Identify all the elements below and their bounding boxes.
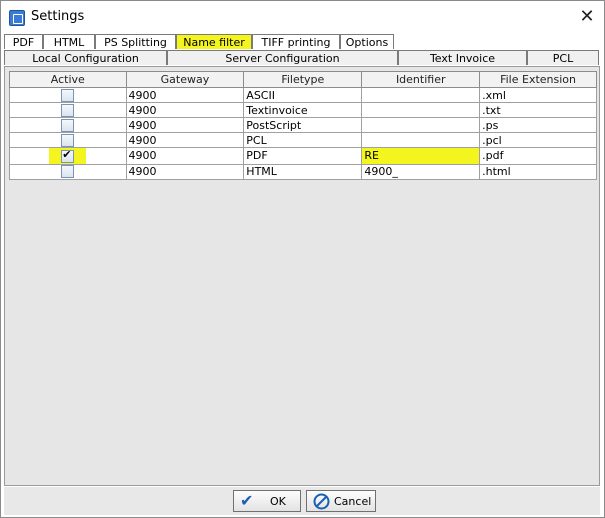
- gateway-cell-text: 4900: [128, 133, 157, 147]
- gateway-cell-text: 4900: [128, 118, 157, 132]
- close-icon[interactable]: ✕: [575, 5, 599, 29]
- column-header-gateway[interactable]: Gateway: [125, 71, 245, 88]
- column-header-filetype[interactable]: Filetype: [243, 71, 363, 88]
- column-header-file-extension[interactable]: File Extension: [479, 71, 597, 88]
- name-filter-panel: Active Gateway Filetype Identifier File Exte…: [4, 66, 600, 486]
- filetype-cell-text: Textinvoice: [246, 103, 308, 117]
- filetype-cell[interactable]: PDF: [243, 147, 363, 165]
- highlight-mark: [61, 133, 75, 147]
- tab-html[interactable]: HTML: [43, 34, 95, 49]
- gateway-cell-text: 4900: [128, 165, 157, 178]
- tab-tiff-printing[interactable]: TIFF printing: [252, 34, 340, 49]
- highlight-mark: [61, 103, 75, 117]
- extension-cell-text: .html: [482, 165, 511, 178]
- active-checkbox[interactable]: [61, 118, 75, 132]
- tab-server-configuration[interactable]: Server Configuration: [167, 50, 398, 65]
- filetype-cell[interactable]: PostScript: [243, 117, 363, 133]
- identifier-cell[interactable]: [361, 102, 481, 118]
- gateway-cell-text: 4900: [128, 88, 157, 102]
- cancel-button[interactable]: Cancel: [306, 490, 376, 512]
- table-row[interactable]: 4900 HTML 4900_ .html: [9, 163, 597, 180]
- filetype-cell-text: PCL: [246, 133, 267, 147]
- table-row[interactable]: 4900 ASCII .xml: [9, 87, 597, 103]
- column-header-identifier[interactable]: Identifier: [361, 71, 481, 88]
- checkmark-icon: ✔: [240, 491, 254, 510]
- identifier-cell[interactable]: 4900_: [361, 163, 481, 180]
- active-checkbox[interactable]: [61, 103, 75, 117]
- extension-cell-text: .txt: [482, 103, 501, 117]
- window-title: Settings: [31, 9, 85, 24]
- extension-cell[interactable]: .html: [479, 163, 597, 180]
- active-checkbox[interactable]: [61, 165, 75, 179]
- filetype-cell-text: ASCII: [246, 88, 275, 102]
- gateway-cell-text: 4900: [128, 149, 157, 163]
- extension-cell[interactable]: .ps: [479, 117, 597, 133]
- filetype-cell-text: PostScript: [246, 118, 302, 132]
- table-row[interactable]: 4900 PostScript .ps: [9, 117, 597, 133]
- tab-name-filter[interactable]: Name filter: [176, 34, 252, 49]
- filetype-cell[interactable]: PCL: [243, 132, 363, 148]
- cancel-button-label: Cancel: [334, 495, 372, 508]
- identifier-cell-text: RE: [364, 149, 379, 163]
- highlight-mark: [49, 148, 87, 164]
- identifier-cell[interactable]: RE: [361, 147, 481, 165]
- extension-cell-text: .ps: [482, 118, 499, 132]
- highlight-mark: [61, 118, 75, 132]
- table-row[interactable]: 4900 Textinvoice .txt: [9, 102, 597, 118]
- active-checkbox[interactable]: [61, 133, 75, 147]
- filetype-cell[interactable]: HTML: [243, 163, 363, 180]
- settings-window: Settings ✕ PDF HTML PS Splitting Name filte…: [0, 0, 605, 518]
- active-cell: [9, 147, 127, 165]
- extension-cell[interactable]: .pcl: [479, 132, 597, 148]
- highlight-mark: [61, 88, 75, 102]
- highlight-mark: [61, 165, 75, 179]
- gateway-cell[interactable]: 4900: [125, 132, 245, 148]
- active-cell: [9, 117, 127, 133]
- gateway-cell[interactable]: 4900: [125, 163, 245, 180]
- tab-pdf[interactable]: PDF: [4, 34, 43, 49]
- active-cell: [9, 132, 127, 148]
- column-header-active[interactable]: Active: [9, 71, 127, 88]
- active-checkbox[interactable]: [61, 148, 75, 163]
- table-row[interactable]: 4900 PDF RE .pdf: [9, 147, 597, 165]
- gateway-cell[interactable]: 4900: [125, 147, 245, 165]
- identifier-cell[interactable]: [361, 117, 481, 133]
- active-cell: [9, 163, 127, 180]
- gateway-cell[interactable]: 4900: [125, 87, 245, 103]
- tab-text-invoice[interactable]: Text Invoice: [398, 50, 527, 65]
- extension-cell[interactable]: .txt: [479, 102, 597, 118]
- table-body: 4900 ASCII .xml 4900 Textinvoice .txt 4900 Post…: [9, 87, 597, 180]
- title-bar: Settings ✕: [1, 1, 604, 33]
- active-cell: [9, 102, 127, 118]
- filetype-cell[interactable]: Textinvoice: [243, 102, 363, 118]
- extension-cell-text: .pcl: [482, 133, 502, 147]
- identifier-cell-text: 4900_: [364, 165, 398, 178]
- gateway-cell[interactable]: 4900: [125, 117, 245, 133]
- table-header-row: Active Gateway Filetype Identifier File Exte…: [9, 71, 597, 88]
- identifier-cell[interactable]: [361, 132, 481, 148]
- tab-local-configuration[interactable]: Local Configuration: [4, 50, 167, 65]
- active-cell: [9, 87, 127, 103]
- name-filter-table: Active Gateway Filetype Identifier File Exte…: [9, 71, 597, 180]
- table-row[interactable]: 4900 PCL .pcl: [9, 132, 597, 148]
- active-checkbox[interactable]: [61, 88, 75, 102]
- extension-cell[interactable]: .xml: [479, 87, 597, 103]
- settings-app-icon: [9, 10, 25, 26]
- no-entry-icon: [313, 493, 330, 513]
- extension-cell[interactable]: .pdf: [479, 147, 597, 165]
- ok-button[interactable]: ✔ OK: [233, 490, 301, 512]
- extension-cell-text: .pdf: [482, 149, 504, 163]
- filetype-cell-text: HTML: [246, 165, 277, 178]
- dialog-footer: ✔ OK Cancel: [4, 487, 600, 515]
- tab-options[interactable]: Options: [340, 34, 394, 49]
- identifier-cell[interactable]: [361, 87, 481, 103]
- tab-pcl[interactable]: PCL: [527, 50, 599, 65]
- gateway-cell-text: 4900: [128, 103, 157, 117]
- gateway-cell[interactable]: 4900: [125, 102, 245, 118]
- extension-cell-text: .xml: [482, 88, 506, 102]
- ok-button-label: OK: [270, 495, 286, 508]
- tab-ps-splitting[interactable]: PS Splitting: [95, 34, 176, 49]
- filetype-cell-text: PDF: [246, 149, 268, 163]
- filetype-cell[interactable]: ASCII: [243, 87, 363, 103]
